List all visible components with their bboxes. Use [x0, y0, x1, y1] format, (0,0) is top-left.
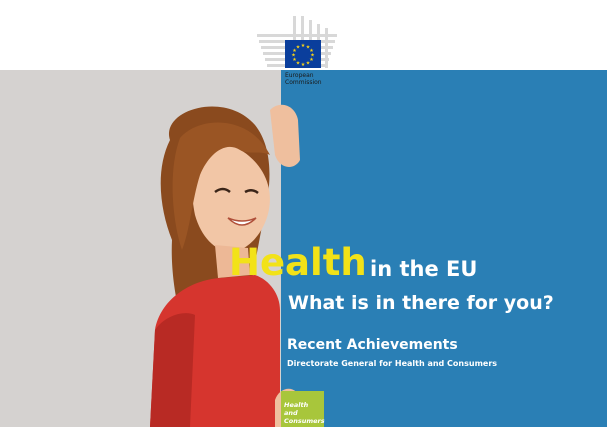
tab-label-line-2: Consumers — [284, 417, 325, 425]
title-health: Health — [229, 241, 367, 284]
department-name: Directorate General for Health and Consu… — [287, 359, 498, 368]
tab-label-line-1: Health and — [284, 401, 309, 417]
svg-text:★: ★ — [301, 62, 306, 68]
eu-commission-wordmark: European Commission — [285, 72, 322, 86]
svg-text:★: ★ — [296, 45, 301, 51]
svg-text:★: ★ — [306, 61, 311, 67]
logo-line-1: European — [285, 72, 314, 79]
subtitle: What is in there for you? — [288, 292, 554, 314]
logo-line-2: Commission — [285, 79, 322, 86]
section-heading: Recent Achievements — [287, 337, 458, 353]
title-in-the-eu: in the EU — [370, 257, 478, 281]
tab-label: Health and Consumers — [284, 401, 325, 425]
